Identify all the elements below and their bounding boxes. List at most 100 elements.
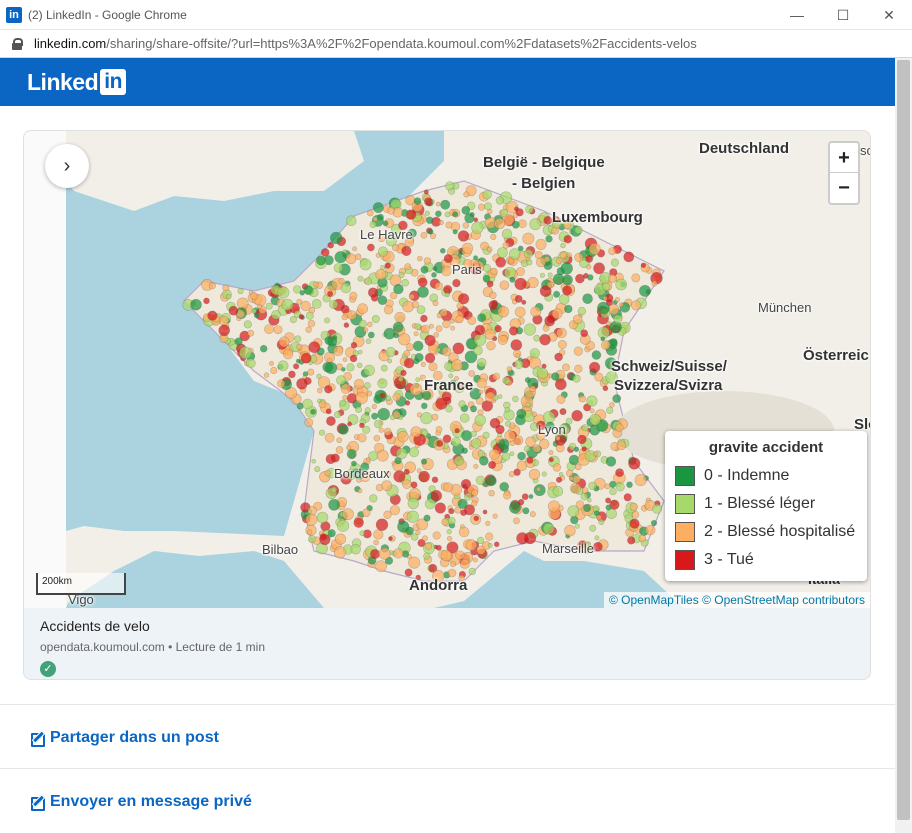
accident-dot [431, 476, 439, 484]
accident-dot [435, 210, 442, 218]
link-preview-card[interactable]: België - Belgique - Belgien Deutschland … [23, 130, 871, 680]
accident-dot [250, 292, 258, 300]
accident-dot [471, 500, 478, 507]
card-title[interactable]: Accidents de velo [40, 618, 265, 634]
accident-dot [203, 297, 210, 305]
accident-dot [629, 518, 640, 529]
accident-dot [477, 358, 487, 368]
accident-dot [416, 255, 423, 262]
accident-dot [340, 304, 350, 314]
accident-dot [458, 526, 470, 538]
lock-icon[interactable] [12, 37, 23, 50]
accident-dot [527, 277, 539, 289]
minimize-button[interactable]: — [774, 0, 820, 30]
close-button[interactable]: ✕ [866, 0, 912, 30]
accident-dot [392, 392, 402, 402]
accident-dot [451, 359, 463, 372]
accident-dot [424, 334, 436, 346]
accident-dot [468, 370, 476, 377]
accident-dot [609, 487, 617, 496]
accident-dot [489, 417, 501, 429]
linkedin-logo[interactable]: Linked in [27, 69, 127, 96]
accident-dot [609, 480, 617, 489]
accident-dot [433, 332, 440, 338]
edit-icon [31, 731, 45, 747]
accident-dot [488, 460, 497, 469]
accident-dot [558, 472, 564, 477]
accident-dot [420, 458, 428, 465]
accident-dot [311, 298, 322, 309]
accident-dot [615, 468, 624, 478]
accident-dot [257, 303, 263, 309]
accident-dot [510, 339, 523, 351]
accident-dot [307, 368, 315, 376]
accident-dot [509, 276, 516, 283]
accident-dot [334, 251, 347, 264]
accident-dot [346, 448, 357, 459]
accident-dot [393, 470, 406, 483]
accident-dot [356, 362, 363, 369]
card-meta: Accidents de velo opendata.koumoul.com •… [40, 618, 265, 677]
accident-dot [432, 531, 441, 540]
carousel-next-button[interactable]: › [45, 144, 89, 188]
accident-dot [324, 470, 331, 477]
map-label-lyon: Lyon [538, 422, 566, 437]
accident-dot [529, 511, 536, 518]
accident-dot [488, 490, 495, 497]
accident-dot [282, 349, 294, 360]
legend-item: 3 - Tué [675, 546, 857, 574]
accident-dot [508, 471, 515, 478]
zoom-in-button[interactable]: + [830, 143, 858, 173]
accident-dot [542, 522, 555, 535]
accident-dot [566, 252, 572, 258]
accident-dot [208, 282, 216, 290]
accident-dot [190, 298, 202, 311]
accident-dot [478, 455, 489, 466]
accident-dot [598, 518, 605, 526]
accident-dot [488, 300, 498, 310]
maximize-button[interactable]: ☐ [820, 0, 866, 30]
accident-dot [339, 399, 346, 407]
accident-dot [379, 265, 385, 270]
accident-dot [336, 519, 350, 532]
accident-dot [373, 539, 379, 546]
send-message-button[interactable]: Envoyer en message privé [31, 793, 252, 811]
accident-dot [327, 290, 334, 297]
accident-dot [518, 219, 527, 228]
accident-dot [477, 203, 486, 211]
accident-dot [587, 274, 594, 281]
accident-dot [314, 466, 321, 473]
accident-dot [459, 413, 470, 423]
accident-dot [508, 326, 519, 336]
browser-titlebar: in (2) LinkedIn - Google Chrome — ☐ ✕ [0, 0, 912, 30]
accident-dot [591, 350, 602, 360]
accident-dot [378, 427, 384, 433]
accident-dot [416, 305, 426, 315]
accident-dot [333, 546, 347, 559]
accident-dot [583, 504, 592, 513]
accident-dot [609, 402, 615, 408]
accident-dot [377, 246, 389, 257]
accident-dot [423, 552, 431, 560]
accident-dot [397, 520, 410, 533]
accident-dot [451, 437, 461, 447]
accident-dot [409, 383, 423, 396]
share-post-button[interactable]: Partager dans un post [31, 729, 219, 747]
accident-dot [333, 345, 344, 357]
address-bar[interactable]: linkedin.com/sharing/share-offsite/?url=… [0, 30, 912, 58]
scrollbar-thumb[interactable] [897, 60, 910, 820]
accident-dot [450, 561, 457, 568]
accident-dot [446, 535, 453, 542]
accident-dot [345, 253, 357, 265]
accident-dot [522, 232, 535, 245]
accident-dot [476, 377, 487, 389]
accident-dot [281, 298, 294, 311]
accident-dot [278, 336, 290, 348]
url-text[interactable]: linkedin.com/sharing/share-offsite/?url=… [34, 36, 697, 51]
accident-dot [458, 400, 466, 408]
map-attribution[interactable]: © OpenMapTiles © OpenStreetMap contribut… [603, 592, 870, 608]
accident-dot [265, 302, 273, 310]
accident-dot [605, 456, 617, 467]
accident-dot [375, 560, 387, 573]
zoom-out-button[interactable]: − [830, 173, 858, 203]
